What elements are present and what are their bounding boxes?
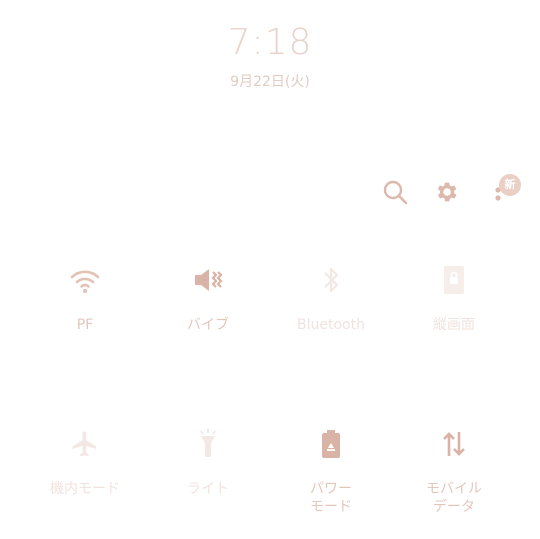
- tile-label: パワー モード: [310, 481, 352, 515]
- tile-label: モバイル データ: [426, 481, 482, 515]
- settings-button[interactable]: [431, 177, 461, 207]
- clock: 7:18: [227, 22, 313, 63]
- airplane-icon: [67, 426, 103, 462]
- tile-label: ライト: [187, 481, 229, 497]
- tile-wifi[interactable]: PF: [30, 262, 140, 334]
- tile-label: PF: [76, 317, 94, 333]
- tile-label: 機内モード: [50, 481, 120, 497]
- wifi-icon: [67, 262, 103, 298]
- bluetooth-icon: [313, 262, 349, 298]
- portrait-lock-icon: [436, 262, 472, 298]
- search-icon: [383, 180, 408, 205]
- quick-settings-screen: 7:18 9月22日(火) 新 PF バイブ Bluetooth 縦画面 機内モ…: [0, 0, 540, 539]
- date: 9月22日(火): [230, 74, 310, 90]
- battery-recycle-icon: [313, 426, 349, 462]
- tile-label: 縦画面: [433, 317, 475, 333]
- mobile-data-icon: [436, 426, 472, 462]
- tile-label: バイブ: [187, 317, 229, 333]
- search-button[interactable]: [380, 177, 410, 207]
- tile-vibrate[interactable]: バイブ: [153, 262, 263, 334]
- new-badge: 新: [499, 174, 521, 196]
- tile-mobile-data[interactable]: モバイル データ: [399, 426, 509, 516]
- tile-flashlight[interactable]: ライト: [153, 426, 263, 498]
- gear-icon: [437, 182, 457, 202]
- flashlight-icon: [190, 426, 226, 462]
- tile-power-mode[interactable]: パワー モード: [276, 426, 386, 516]
- tile-label: Bluetooth: [297, 317, 365, 333]
- vibrate-icon: [190, 262, 226, 298]
- tile-portrait[interactable]: 縦画面: [399, 262, 509, 334]
- tile-airplane[interactable]: 機内モード: [30, 426, 140, 498]
- tile-bluetooth[interactable]: Bluetooth: [276, 262, 386, 334]
